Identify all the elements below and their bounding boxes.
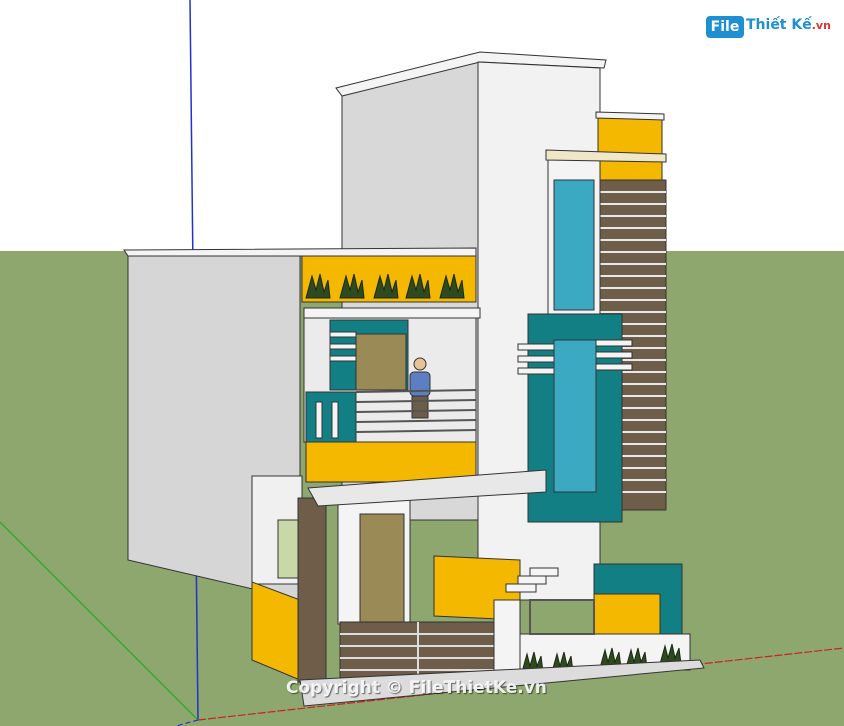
balcony-fins xyxy=(329,331,357,362)
ground-left-window xyxy=(277,519,301,579)
top-window-glass xyxy=(553,179,595,311)
logo-suffix: .vn xyxy=(811,19,831,32)
site-logo: File Thiết Kế.vn xyxy=(706,14,831,40)
entry-door xyxy=(359,513,405,623)
top-yellow-block xyxy=(597,115,663,183)
logo-name: Thiết Kế.vn xyxy=(746,17,831,33)
logo-badge: File xyxy=(706,16,744,38)
balcony-left-teal-box xyxy=(305,391,357,445)
upper-slab-ledge xyxy=(303,307,481,319)
right-yellow-inset xyxy=(593,593,661,639)
balcony-door xyxy=(355,333,407,391)
logo-name-text: Thiết Kế xyxy=(746,17,812,33)
copyright-watermark: Copyright © FileThietKe.vn xyxy=(286,678,547,698)
mid-yellow-band xyxy=(305,441,477,483)
top-yellow-cap xyxy=(595,111,665,121)
ground-wood-column xyxy=(297,497,327,683)
teal-panel-glass xyxy=(553,339,597,493)
left-roof-cap xyxy=(123,247,477,257)
house-model-scene xyxy=(0,0,844,726)
